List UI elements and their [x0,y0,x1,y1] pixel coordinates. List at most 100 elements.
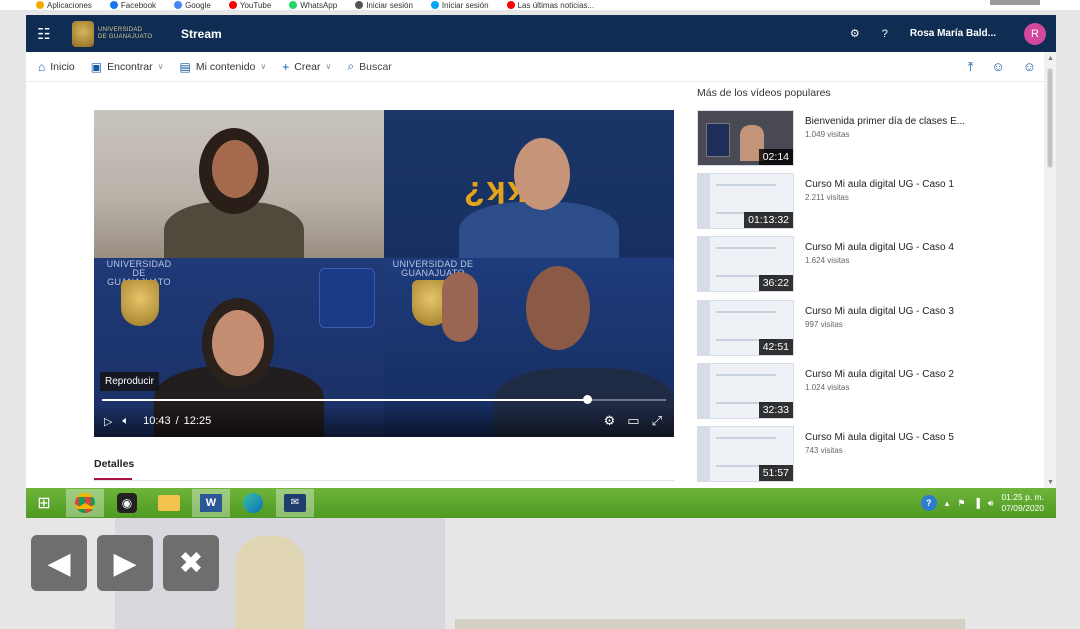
list-item[interactable]: 32:33 Curso Mi aula digital UG - Caso 2 … [697,363,1027,419]
list-item[interactable]: 36:22 Curso Mi aula digital UG - Caso 4 … [697,236,1027,292]
help-icon[interactable]: ? [920,495,937,511]
teams-icon[interactable]: ✉ [276,489,314,517]
video-title[interactable]: Bienvenida primer día de clases E... [805,116,965,127]
video-title[interactable]: Curso Mi aula digital UG - Caso 5 [805,432,954,443]
bookmark-signin-2[interactable]: Iniciar sesión [430,1,489,10]
next-arrow-icon: ▶ [113,546,137,580]
progress-fill [102,399,588,401]
list-item[interactable]: 42:51 Curso Mi aula digital UG - Caso 3 … [697,300,1027,356]
video-thumbnail[interactable]: 01:13:32 [697,173,794,229]
bookmark-news[interactable]: Las últimas noticias... [506,1,594,10]
nav-home[interactable]: ⌂ Inicio [38,60,75,74]
chevron-up-icon[interactable]: ▴ [945,498,950,509]
progress-knob[interactable] [583,395,593,404]
flag-icon[interactable]: ⚑ [957,498,965,509]
network-icon[interactable]: ▐ [973,498,979,508]
university-crest [121,280,159,326]
app-launcher-icon[interactable]: ☷ [26,25,62,43]
participant-tile-2: ¿ʞʞ? [384,110,674,258]
video-thumbnail[interactable]: 42:51 [697,300,794,356]
nav-create[interactable]: + Crear ∨ [282,60,331,74]
bookmarks-bar: Aplicaciones Facebook Google YouTube Wha… [0,0,1080,10]
search-input[interactable]: Buscar [359,61,392,73]
user-name[interactable]: Rosa María Bald... [910,28,996,39]
university-name: UNIVERSIDAD DE GUANAJUATO [98,26,153,40]
bookmark-youtube[interactable]: YouTube [228,1,271,10]
stream-header: ☷ UNIVERSIDAD DE GUANAJUATO Stream ⚙ ? R… [26,15,1056,52]
content-icon: ▤ [179,59,191,74]
play-icon[interactable]: ▷ [104,415,112,428]
scrollbar-thumb[interactable] [1047,68,1053,168]
scroll-up-icon[interactable]: ▲ [1047,55,1054,62]
page-scrollbar[interactable]: ▲ ▼ [1044,52,1056,488]
discover-icon: ▣ [90,59,103,74]
video-thumbnail[interactable]: 32:33 [697,363,794,419]
scroll-down-icon[interactable]: ▼ [1047,479,1054,486]
thumbnail-content [716,437,776,467]
video-views: 2.211 visitas [805,193,849,202]
camera-icon[interactable]: ◉ [108,489,146,517]
feedback-smiley-icon[interactable]: ☺ [1023,59,1036,75]
video-title[interactable]: Curso Mi aula digital UG - Caso 1 [805,179,954,190]
previous-button[interactable]: ◀ [31,535,87,591]
clock-date: 07/09/2020 [1001,503,1044,513]
speaker-icon[interactable]: 🔊︎ [988,498,994,509]
close-button[interactable]: ✖ [163,535,219,591]
video-thumbnail[interactable]: 02:14 [697,110,794,166]
edge-icon[interactable] [234,489,272,517]
chrome-icon[interactable] [66,489,104,517]
video-views: 1.024 visitas [805,383,850,392]
tab-details[interactable]: Detalles [94,458,134,470]
help-icon[interactable]: ? [882,28,888,40]
list-item[interactable]: 51:57 Curso Mi aula digital UG - Caso 5 … [697,426,1027,482]
thumbnail-sidebar [698,364,710,418]
participant-body [459,202,619,258]
bookmark-signin-1[interactable]: Iniciar sesión [355,1,413,10]
taskbar-clock[interactable]: 01:25 p. m. 07/09/2020 [1001,492,1044,514]
video-thumbnail[interactable]: 36:22 [697,236,794,292]
video-duration: 36:22 [758,275,793,291]
next-button[interactable]: ▶ [97,535,153,591]
bookmark-google[interactable]: Google [174,1,211,10]
bookmarks-overflow[interactable] [990,0,1040,5]
file-explorer-icon[interactable] [150,489,188,517]
captions-icon[interactable]: ▭ [627,413,639,429]
video-title[interactable]: Curso Mi aula digital UG - Caso 4 [805,242,954,253]
thumbnail-sidebar [698,174,710,228]
video-progress-bar[interactable] [102,395,666,404]
bookmark-facebook[interactable]: Facebook [109,1,156,10]
fullscreen-icon[interactable]: ⤢ [652,413,662,429]
list-item[interactable]: 01:13:32 Curso Mi aula digital UG - Caso… [697,173,1027,229]
bookmark-whatsapp[interactable]: WhatsApp [289,1,337,10]
avatar[interactable]: R [1024,22,1046,45]
previous-arrow-icon: ◀ [47,546,71,580]
upload-icon[interactable]: ⤒ [968,59,974,75]
video-player[interactable]: ¿ʞʞ? UNIVERSIDAD DE GUANAJUATO UNIVERSID… [94,110,674,437]
gear-icon[interactable]: ⚙ [604,413,616,429]
participant-tile-1 [94,110,384,258]
video-duration: 02:14 [758,149,793,165]
youtube-icon [228,1,237,9]
video-title[interactable]: Curso Mi aula digital UG - Caso 2 [805,369,954,380]
bookmark-apps[interactable]: Aplicaciones [36,1,92,10]
app-title[interactable]: Stream [181,27,222,41]
current-time: 10:43 [143,415,171,427]
university-logo [72,20,94,47]
thumbnail-content [716,247,776,277]
volume-icon[interactable]: 🔈︎ [122,415,129,428]
windows-start-icon[interactable]: ⊞ [26,488,62,518]
video-title[interactable]: Curso Mi aula digital UG - Caso 3 [805,306,954,317]
video-thumbnail[interactable]: 51:57 [697,426,794,482]
person-icon[interactable]: ☺ [991,59,1004,75]
list-item[interactable]: 02:14 Bienvenida primer día de clases E.… [697,110,1027,166]
word-icon[interactable]: W [192,489,230,517]
video-views: 997 visitas [805,320,843,329]
search-box[interactable]: ⌕ Buscar [347,59,391,74]
thumbnail-sidebar [698,237,710,291]
time-separator: / [175,415,179,427]
nav-discover[interactable]: ▣ Encontrar ∨ [91,60,164,74]
thumbnail-sidebar [698,427,710,481]
gear-icon[interactable]: ⚙ [850,27,860,40]
clock-time: 01:25 p. m. [1001,492,1044,502]
nav-my-content[interactable]: ▤ Mi contenido ∨ [180,60,267,74]
